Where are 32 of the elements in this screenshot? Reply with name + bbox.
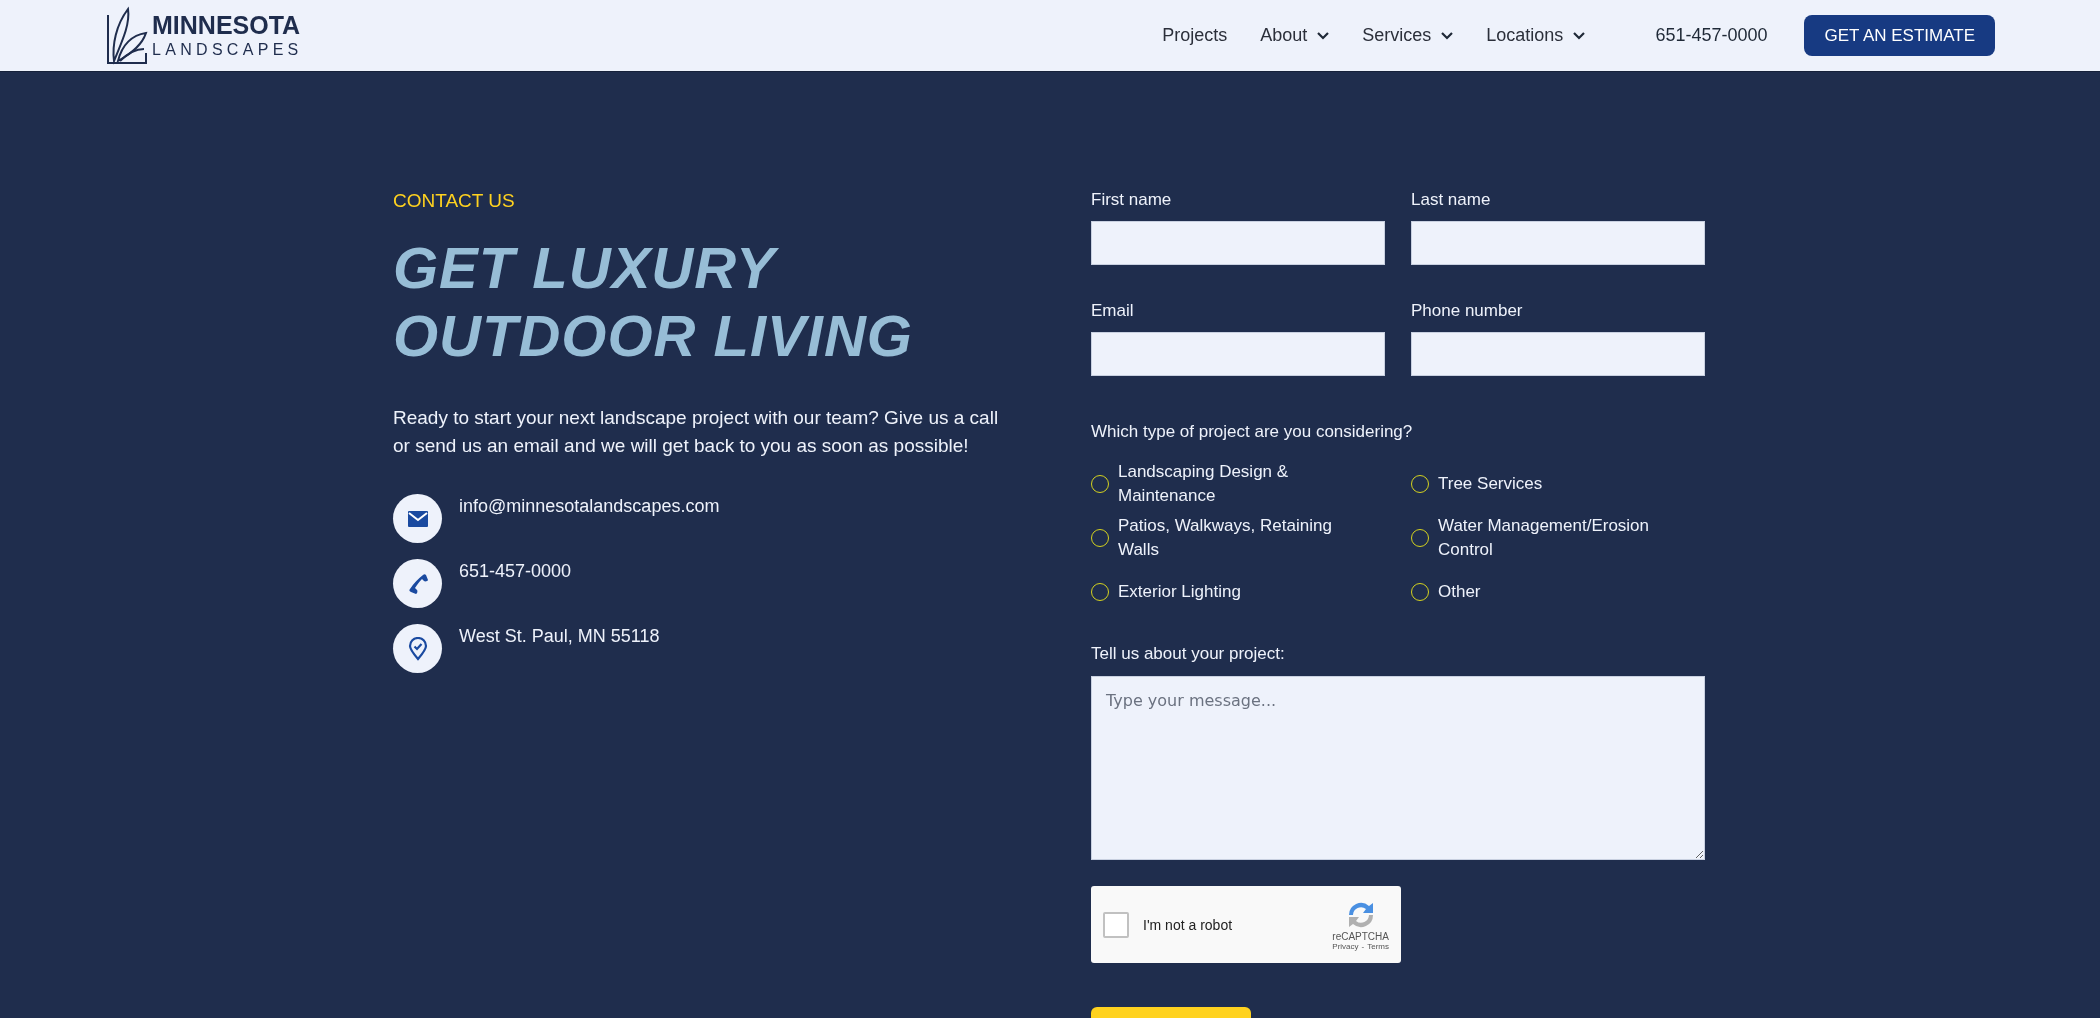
nav-link[interactable]: Projects	[1162, 25, 1228, 46]
contact-text: West St. Paul, MN 55118	[459, 626, 660, 647]
field-label: Phone number	[1411, 301, 1524, 321]
nav-link[interactable]: About	[1260, 25, 1330, 46]
phone-link[interactable]: 651-457-0000	[1655, 25, 1768, 46]
field-label: Tell us about your project:	[1091, 644, 1286, 664]
captcha-brand: reCAPTCHA	[1332, 930, 1389, 942]
option-label: Patios, Walkways, Retaining Walls	[1118, 515, 1333, 561]
field-label: Last name	[1411, 190, 1492, 210]
section-label: CONTACT US	[393, 190, 516, 212]
nav-link[interactable]: Services	[1362, 25, 1454, 46]
intro-text: Ready to start your next landscape project with our team? Give us a call or send us an email and we will get back to you as soon as possible!	[393, 406, 1000, 458]
nav-link[interactable]: Locations	[1486, 25, 1586, 46]
link-separator: -	[1361, 941, 1365, 951]
field-label: Email	[1091, 301, 1135, 321]
field-label: First name	[1091, 190, 1173, 210]
captcha-label: I'm not a robot	[1143, 916, 1233, 933]
logo-tagline: LANDSCAPES	[152, 42, 303, 58]
logo-name: MINNESOTA	[152, 13, 302, 38]
privacy-link[interactable]: Privacy	[1332, 941, 1359, 951]
option-label: Water Management/Erosion Control	[1438, 515, 1651, 561]
contact-text: 651-457-0000	[459, 561, 572, 582]
question-label: Which type of project are you considering?	[1091, 422, 1414, 442]
option-label: Tree Services	[1438, 473, 1544, 495]
option-label: Exterior Lighting	[1118, 581, 1242, 603]
option-label: Other	[1438, 581, 1482, 603]
contact-text: info@minnesotalandscapes.com	[459, 496, 720, 517]
estimate-button[interactable]: GET AN ESTIMATE	[1804, 15, 1995, 56]
option-label: Landscaping Design & Maintenance	[1118, 461, 1290, 507]
message-field[interactable]: Type your message...	[1091, 676, 1705, 860]
page-heading: GET LUXURY OUTDOOR LIVING	[393, 234, 914, 370]
terms-link[interactable]: Terms	[1367, 941, 1389, 951]
